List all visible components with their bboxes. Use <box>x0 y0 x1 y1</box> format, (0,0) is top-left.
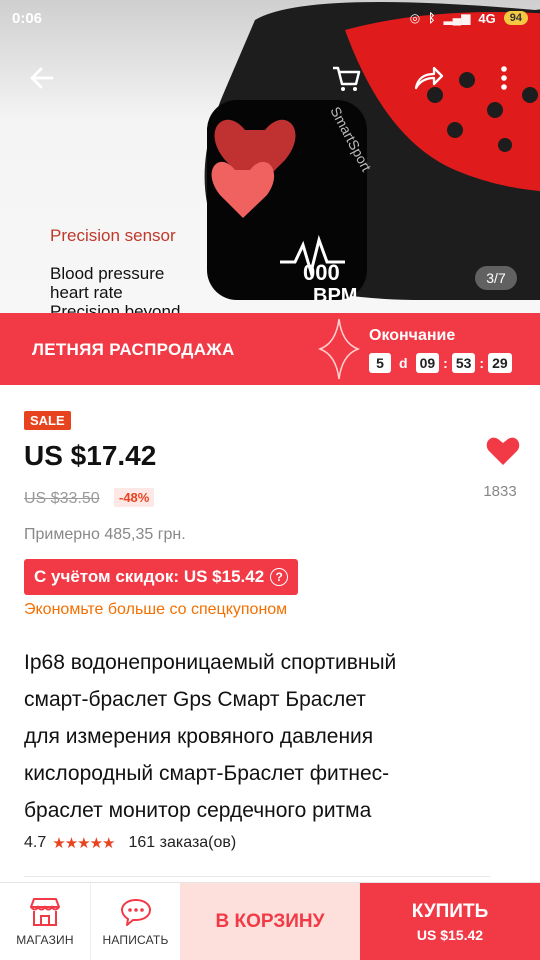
product-title-line: кислородный смарт-Браслет фитнес- <box>24 762 390 785</box>
bluetooth-icon: ᛒ <box>428 11 436 25</box>
message-label: НАПИСАТЬ <box>102 933 169 947</box>
spec-line: Blood pressure <box>50 264 165 283</box>
message-seller-button[interactable]: НАПИСАТЬ <box>90 883 180 960</box>
cart-button[interactable] <box>326 58 366 98</box>
more-options-button[interactable] <box>484 58 524 98</box>
rating-stars-icon: ★★★★★ <box>52 835 115 852</box>
bottom-action-bar: МАГАЗИН НАПИСАТЬ В КОРЗИНУ КУПИТЬ US $15… <box>0 882 540 960</box>
product-title-line: Ip68 водонепроницаемый спортивный <box>24 651 397 674</box>
more-vertical-icon <box>501 66 507 90</box>
wifi-icon: ◎ <box>409 11 421 25</box>
discounted-price-button[interactable]: С учётом скидок: US $15.42 ? <box>24 559 299 595</box>
buy-price: US $15.42 <box>416 927 484 943</box>
chat-bubble-icon <box>120 899 151 926</box>
approx-local-price: Примерно 485,35 грн. <box>24 526 186 543</box>
summer-sale-banner[interactable]: ЛЕТНЯЯ РАСПРОДАЖА Окончание 5 d 09 : 53 … <box>0 313 540 385</box>
band-display-value: 000 <box>303 260 340 285</box>
store-button[interactable]: МАГАЗИН <box>0 883 90 960</box>
countdown-minutes: 53 <box>451 353 476 373</box>
signal-icon: ▂▄▆ <box>443 11 471 25</box>
smart-band-image: 000 BPM SmartSport <box>204 2 540 300</box>
product-title: Ip68 водонепроницаемый спортивный смарт-… <box>24 644 494 829</box>
product-title-line: для измерения кровяного давления <box>24 725 374 748</box>
wishlist-button[interactable] <box>478 436 528 471</box>
countdown-timer: 5 d 09 : 53 : 29 <box>369 353 512 373</box>
coupon-note[interactable]: Экономьте больше со спецкупоном <box>24 601 287 619</box>
image-counter: 3/7 <box>475 266 517 290</box>
orders-count: 161 заказа(ов) <box>128 834 237 851</box>
product-title-line: браслет монитор сердечного ритма <box>24 799 372 822</box>
sale-ends-label: Окончание <box>369 327 456 344</box>
status-time: 0:06 <box>12 9 43 27</box>
status-bar: 0:06 ◎ ᛒ ▂▄▆ 4G 94 <box>0 0 540 36</box>
battery-indicator: 94 <box>503 11 528 25</box>
back-arrow-icon <box>30 67 54 89</box>
sparkle-decoration-icon <box>318 318 360 380</box>
share-button[interactable] <box>408 58 448 98</box>
countdown-days: 5 <box>369 353 391 373</box>
image-promo-heading: Precision sensor <box>50 226 176 245</box>
cart-icon <box>333 66 361 91</box>
countdown-separator: : <box>479 355 485 371</box>
spec-line: Precision beyond <box>50 302 181 313</box>
share-icon <box>414 66 444 90</box>
wishlist-count: 1833 <box>483 483 517 500</box>
discounted-price-label: С учётом скидок: US $15.42 <box>34 567 265 586</box>
original-price: US $33.50 <box>24 490 100 507</box>
divider <box>24 876 490 877</box>
store-label: МАГАЗИН <box>16 933 74 947</box>
band-display-unit: BPM <box>313 285 357 300</box>
heart-icon <box>486 437 520 465</box>
rating-value: 4.7 <box>24 834 47 851</box>
spec-line: heart rate <box>50 283 123 302</box>
image-spec-lines: Blood pressure heart rate Precision beyo… <box>50 264 180 313</box>
discount-badge: -48% <box>114 488 155 507</box>
countdown-seconds: 29 <box>488 353 512 373</box>
current-price: US $17.42 <box>24 440 157 471</box>
sale-tag: SALE <box>24 411 71 430</box>
product-image-gallery[interactable]: 000 BPM SmartSport 0:06 ◎ ᛒ ▂▄▆ 4G 94 Pr… <box>0 0 540 313</box>
back-button[interactable] <box>22 58 62 98</box>
buy-now-button[interactable]: КУПИТЬ US $15.42 <box>360 883 540 960</box>
help-question-icon: ? <box>270 568 289 586</box>
sale-title: ЛЕТНЯЯ РАСПРОДАЖА <box>32 340 235 359</box>
product-title-line: смарт-браслет Gps Смарт Браслет <box>24 688 366 711</box>
buy-label: КУПИТЬ <box>411 901 489 922</box>
countdown-hours: 09 <box>415 353 440 373</box>
store-icon <box>30 898 60 926</box>
add-to-cart-button[interactable]: В КОРЗИНУ <box>180 883 360 960</box>
countdown-separator: : <box>443 355 448 371</box>
network-type: 4G <box>478 10 496 26</box>
countdown-days-unit: d <box>399 355 408 371</box>
rating-row[interactable]: 4.7 ★★★★★ 161 заказа(ов) <box>24 834 236 852</box>
